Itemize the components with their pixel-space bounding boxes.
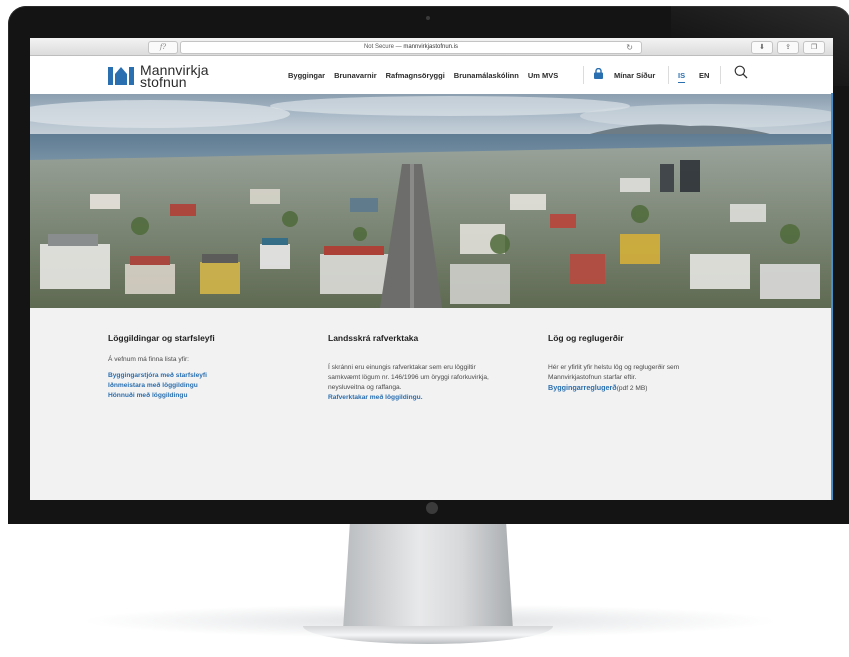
apple-logo-icon (426, 502, 438, 514)
pdf-size-note: (pdf 2 MB) (616, 385, 648, 392)
reload-icon[interactable]: ↻ (626, 42, 633, 53)
link-honnudi[interactable]: Hönnuði með löggildingu (108, 391, 308, 401)
main-nav: Byggingar Brunavarnir Rafmagnsöryggi Bru… (288, 71, 558, 80)
column-landsskra: Landsskrá rafverktaka Í skránni eru einu… (328, 333, 558, 403)
column-log-reglugerdir: Lög og reglugerðir Hér er yfirlit yfir h… (548, 333, 778, 394)
column-heading: Lög og reglugerðir (548, 333, 624, 343)
camera-icon (426, 16, 430, 20)
link-byggingarreglugerd[interactable]: Byggingarreglugerð (548, 383, 617, 392)
site-header: Mannvirkja stofnun Byggingar Brunavarnir… (30, 56, 833, 94)
nav-divider (720, 66, 721, 84)
browser-actions: ⬇ ⇪ ❐ (751, 41, 825, 54)
tabs-icon[interactable]: ❐ (803, 41, 825, 54)
nav-divider (583, 66, 584, 84)
column-text-line: samkvæmt lögum nr. 146/1996 um öryggi ra… (328, 374, 489, 381)
nav-item-brunamalaskolinn[interactable]: Brunamálaskólinn (454, 71, 519, 80)
monitor-stand-foot (303, 626, 553, 644)
link-rafverktakar[interactable]: Rafverktakar með löggildingu. (328, 393, 558, 403)
lang-en-link[interactable]: EN (699, 71, 709, 80)
content-section: Löggildingar og starfsleyfi Á vefnum má … (30, 308, 833, 500)
column-text-line: Í skránni eru einungis rafverktakar sem … (328, 364, 476, 371)
regulation-line: Byggingarreglugerð(pdf 2 MB) (548, 383, 778, 394)
column-heading: Landsskrá rafverktaka (328, 333, 419, 343)
column-loggildingar: Löggildingar og starfsleyfi Á vefnum má … (108, 333, 308, 401)
monitor-stand (343, 524, 513, 630)
logo-mark-icon (108, 67, 134, 85)
browser-toolbar: f? Not Secure — mannvirkjastofnun.is ↻ ⬇… (30, 38, 833, 56)
search-icon[interactable] (734, 65, 748, 79)
column-text-line: Mannvirkjastofnun starfar eftir. (548, 374, 637, 381)
link-byggingarstjora[interactable]: Byggingarstjóra með starfsleyfi (108, 371, 308, 381)
address-prefix: Not Secure — (363, 44, 404, 50)
nav-item-um-mvs[interactable]: Um MVS (528, 71, 558, 80)
screen: f? Not Secure — mannvirkjastofnun.is ↻ ⬇… (30, 38, 833, 500)
nav-item-byggingar[interactable]: Byggingar (288, 71, 325, 80)
share-icon[interactable]: ⇪ (777, 41, 799, 54)
column-text-line: neysluveitna og raffanga. (328, 384, 402, 391)
hero-image (30, 94, 833, 308)
nav-divider (668, 66, 669, 84)
site-logo[interactable]: Mannvirkja stofnun (108, 63, 209, 89)
lang-is-link[interactable]: IS (678, 71, 686, 83)
address-bar[interactable]: Not Secure — mannvirkjastofnun.is ↻ (180, 41, 642, 54)
nav-item-rafmagnsoryggi[interactable]: Rafmagnsöryggi (386, 71, 445, 80)
lock-icon[interactable] (594, 68, 603, 79)
nav-item-brunavarnir[interactable]: Brunavarnir (334, 71, 377, 80)
logo-text: Mannvirkja stofnun (140, 63, 209, 89)
column-heading: Löggildingar og starfsleyfi (108, 333, 215, 343)
link-idnmeistara[interactable]: Iðnmeistara með löggildingu (108, 381, 308, 391)
column-text-line: Hér er yfirlit yfir helstu lög og reglug… (548, 364, 680, 371)
address-url: mannvirkjastofnun.is (403, 44, 459, 50)
column-intro: Á vefnum má finna lista yfir: (108, 356, 189, 363)
scrollbar[interactable] (831, 93, 833, 500)
city-aerial-photo (30, 94, 833, 308)
reader-button[interactable]: f? (148, 41, 178, 54)
my-pages-link[interactable]: Mínar Síður (614, 71, 655, 80)
download-icon[interactable]: ⬇ (751, 41, 773, 54)
